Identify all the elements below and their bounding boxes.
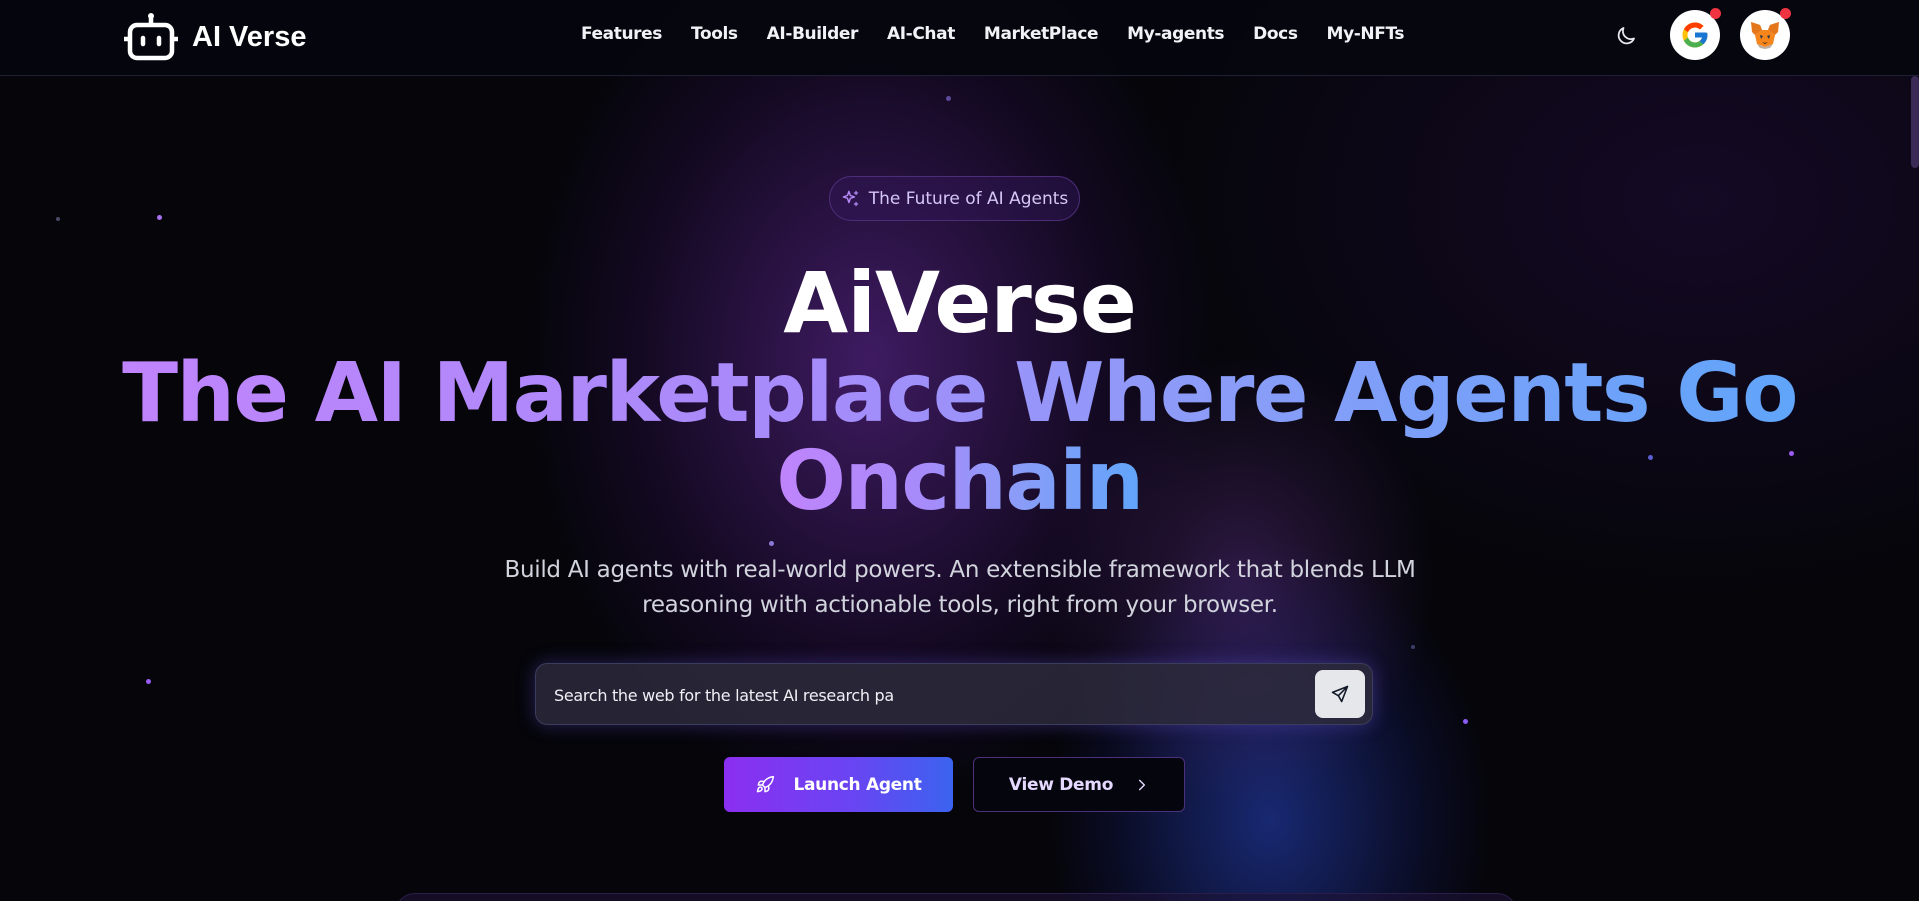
nav-item-my-nfts[interactable]: My-NFTs bbox=[1327, 24, 1405, 44]
brand-name: AI Verse bbox=[192, 20, 307, 53]
hero-description: Build AI agents with real-world powers. … bbox=[480, 553, 1440, 623]
star-decoration bbox=[146, 679, 151, 684]
nav-item-ai-builder[interactable]: AI-Builder bbox=[767, 24, 859, 44]
notification-dot bbox=[1780, 8, 1791, 19]
nav-item-tools[interactable]: Tools bbox=[691, 24, 738, 44]
nav-item-docs[interactable]: Docs bbox=[1253, 24, 1298, 44]
star-decoration bbox=[946, 96, 951, 101]
hero-subtitle-line-1: The AI Marketplace Where Agents Go bbox=[122, 346, 1798, 441]
rocket-icon bbox=[757, 775, 775, 792]
nav-item-my-agents[interactable]: My-agents bbox=[1127, 24, 1224, 44]
star-decoration bbox=[56, 217, 60, 221]
star-decoration bbox=[769, 541, 774, 546]
main-nav: Features Tools AI-Builder AI-Chat Market… bbox=[581, 24, 1405, 44]
hero-subtitle: The AI Marketplace Where Agents Go Oncha… bbox=[0, 350, 1919, 526]
notification-dot bbox=[1710, 8, 1721, 19]
view-demo-label: View Demo bbox=[1008, 774, 1114, 795]
launch-agent-button[interactable]: Launch Agent bbox=[724, 757, 953, 812]
view-demo-button[interactable]: View Demo bbox=[973, 757, 1185, 812]
star-decoration bbox=[157, 215, 162, 220]
launch-agent-label: Launch Agent bbox=[793, 774, 922, 795]
brand-logo[interactable]: AI Verse bbox=[122, 12, 306, 62]
hero-title: AiVerse bbox=[783, 254, 1137, 352]
hero-badge: The Future of AI Agents bbox=[829, 176, 1080, 221]
metamask-wallet-button[interactable] bbox=[1740, 8, 1791, 60]
nav-item-ai-chat[interactable]: AI-Chat bbox=[887, 24, 955, 44]
agent-prompt-input[interactable] bbox=[552, 664, 1296, 726]
page: AI Verse Features Tools AI-Builder AI-Ch… bbox=[0, 0, 1919, 901]
hero-subtitle-line-2: Onchain bbox=[776, 434, 1144, 529]
nav-item-features[interactable]: Features bbox=[581, 24, 662, 44]
next-section-panel bbox=[395, 893, 1517, 901]
agent-prompt-box bbox=[535, 663, 1373, 726]
moon-icon[interactable] bbox=[1614, 24, 1638, 48]
sparkles-icon bbox=[842, 190, 858, 207]
page-scrollbar[interactable] bbox=[1911, 76, 1919, 168]
send-button[interactable] bbox=[1315, 670, 1365, 718]
chevron-right-icon bbox=[1139, 779, 1146, 790]
google-icon bbox=[1682, 22, 1708, 48]
hero-description-line-1: Build AI agents with real-world powers. … bbox=[504, 557, 1416, 583]
nav-item-marketplace[interactable]: MarketPlace bbox=[984, 24, 1099, 44]
top-navbar: AI Verse Features Tools AI-Builder AI-Ch… bbox=[0, 0, 1919, 76]
robot-icon bbox=[124, 13, 178, 61]
star-decoration bbox=[1411, 645, 1415, 649]
hero-badge-label: The Future of AI Agents bbox=[868, 188, 1069, 209]
send-icon bbox=[1331, 685, 1349, 703]
star-decoration bbox=[1463, 719, 1468, 724]
metamask-fox-icon bbox=[1751, 22, 1779, 49]
hero-description-line-2: reasoning with actionable tools, right f… bbox=[642, 592, 1278, 618]
google-login-button[interactable] bbox=[1670, 8, 1721, 60]
